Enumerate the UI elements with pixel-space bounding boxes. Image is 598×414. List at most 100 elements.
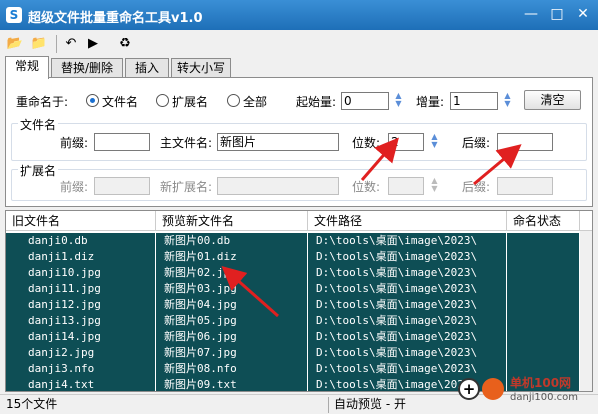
auto-preview-status: 自动预览 - 开 xyxy=(334,397,406,411)
maximize-button[interactable]: □ xyxy=(545,3,569,25)
step-input[interactable]: 1 xyxy=(450,92,498,110)
column-header-path[interactable]: 文件路径 xyxy=(308,211,507,231)
cell-new-name: 新图片03.jpg xyxy=(156,281,308,297)
cell-path: D:\tools\桌面\image\2023\ xyxy=(308,297,507,313)
recycle-icon[interactable]: ♻ xyxy=(116,35,134,53)
ext-suffix-input xyxy=(497,177,553,195)
cell-path: D:\tools\桌面\image\2023\ xyxy=(308,281,507,297)
cell-old-name: danji12.jpg xyxy=(6,297,156,313)
step-spinner-icon[interactable]: ▲ ▼ xyxy=(501,92,514,110)
mainname-label: 主文件名: xyxy=(160,136,213,150)
cell-path: D:\tools\桌面\image\2023\ xyxy=(308,233,507,249)
table-row[interactable]: danji12.jpg 新图片04.jpg D:\tools\桌面\image\20… xyxy=(6,297,592,313)
cell-old-name: danji14.jpg xyxy=(6,329,156,345)
tab-general[interactable]: 常规 xyxy=(5,56,49,79)
table-row[interactable]: danji4.txt 新图片09.txt D:\tools\桌面\image\202… xyxy=(6,377,592,391)
extension-group-title: 扩展名 xyxy=(18,162,59,179)
cell-path: D:\tools\桌面\image\2023\ xyxy=(308,345,507,361)
cell-old-name: danji3.nfo xyxy=(6,361,156,377)
mainname-input[interactable]: 新图片 xyxy=(217,133,339,151)
suffix-label: 后缀: xyxy=(462,136,491,150)
rename-to-label: 重命名于: xyxy=(16,95,69,109)
cell-old-name: danji4.txt xyxy=(6,377,156,391)
filename-group-title: 文件名 xyxy=(18,116,59,133)
table-row[interactable]: danji0.db 新图片00.db D:\tools\桌面\image\2023\ xyxy=(6,233,592,249)
watermark-plus-icon: + xyxy=(458,378,480,400)
run-icon[interactable]: ▶ xyxy=(84,35,102,53)
ext-suffix-label: 后缀: xyxy=(462,180,491,194)
cell-status xyxy=(507,249,580,265)
cell-new-name: 新图片02.jpg xyxy=(156,265,308,281)
app-icon: S xyxy=(6,7,22,23)
table-row[interactable]: danji14.jpg 新图片06.jpg D:\tools\桌面\image\20… xyxy=(6,329,592,345)
table-row[interactable]: danji1.diz 新图片01.diz D:\tools\桌面\image\202… xyxy=(6,249,592,265)
open-file-icon[interactable]: 📁 xyxy=(30,35,48,53)
cell-old-name: danji10.jpg xyxy=(6,265,156,281)
status-bar: 15个文件 自动预览 - 开 xyxy=(0,394,598,414)
cell-path: D:\tools\桌面\image\2023\ xyxy=(308,361,507,377)
cell-status xyxy=(507,233,580,249)
radio-all-label[interactable]: 全部 xyxy=(243,93,267,110)
toolbar-separator xyxy=(56,35,57,53)
start-spinner-icon[interactable]: ▲ ▼ xyxy=(392,92,405,110)
digits-input[interactable]: 2 xyxy=(388,133,424,151)
cell-new-name: 新图片04.jpg xyxy=(156,297,308,313)
suffix-input[interactable] xyxy=(497,133,553,151)
prefix-input[interactable] xyxy=(94,133,150,151)
close-button[interactable]: ✕ xyxy=(571,3,595,25)
extension-group: 扩展名 前缀: 新扩展名: 位数: ▲ ▼ 后缀: xyxy=(11,162,587,201)
radio-extension[interactable] xyxy=(156,94,169,107)
file-count: 15个文件 xyxy=(6,397,58,411)
cell-old-name: danji13.jpg xyxy=(6,313,156,329)
ext-prefix-input xyxy=(94,177,150,195)
cell-status xyxy=(507,265,580,281)
tab-insert[interactable]: 插入 xyxy=(125,58,169,78)
watermark-site: 单机100网 xyxy=(510,376,572,390)
filename-group: 文件名 前缀: 主文件名: 新图片 位数: 2 ▲ ▼ 后缀: xyxy=(11,116,587,161)
watermark-url: danji100.com xyxy=(510,392,578,403)
radio-filename[interactable] xyxy=(86,94,99,107)
minimize-button[interactable]: — xyxy=(519,3,543,25)
cell-path: D:\tools\桌面\image\2023\ xyxy=(308,329,507,345)
cell-path: D:\tools\桌面\image\2023\ xyxy=(308,249,507,265)
radio-all[interactable] xyxy=(227,94,240,107)
radio-filename-label[interactable]: 文件名 xyxy=(102,93,138,110)
open-folder-icon[interactable]: 📂 xyxy=(6,35,24,53)
table-row[interactable]: danji3.nfo 新图片08.nfo D:\tools\桌面\image\202… xyxy=(6,361,592,377)
cell-old-name: danji11.jpg xyxy=(6,281,156,297)
clear-button[interactable]: 清空 xyxy=(524,90,581,110)
digits-label: 位数: xyxy=(352,136,381,150)
cell-old-name: danji0.db xyxy=(6,233,156,249)
cell-status xyxy=(507,345,580,361)
cell-status xyxy=(507,281,580,297)
prefix-label: 前缀: xyxy=(60,136,89,150)
newext-label: 新扩展名: xyxy=(160,180,213,194)
ext-digits-spinner-icon: ▲ ▼ xyxy=(431,176,438,193)
cell-new-name: 新图片08.nfo xyxy=(156,361,308,377)
toolbar: 📂 📁 ↶ ▶ ♻ xyxy=(0,31,598,57)
tab-replace-delete[interactable]: 替换/删除 xyxy=(51,58,123,78)
vertical-scrollbar[interactable] xyxy=(580,231,592,391)
column-header-status[interactable]: 命名状态 xyxy=(507,211,580,231)
table-row[interactable]: danji2.jpg 新图片07.jpg D:\tools\桌面\image\202… xyxy=(6,345,592,361)
tab-change-case[interactable]: 转大小写 xyxy=(171,58,231,78)
start-input[interactable]: 0 xyxy=(341,92,389,110)
cell-new-name: 新图片05.jpg xyxy=(156,313,308,329)
table-row[interactable]: danji10.jpg 新图片02.jpg D:\tools\桌面\image\20… xyxy=(6,265,592,281)
file-grid[interactable]: 旧文件名 预览新文件名 文件路径 命名状态 danji0.db 新图片00.db D… xyxy=(5,210,593,392)
cell-path: D:\tools\桌面\image\2023\ xyxy=(308,265,507,281)
undo-icon[interactable]: ↶ xyxy=(62,35,80,53)
cell-new-name: 新图片00.db xyxy=(156,233,308,249)
cell-new-name: 新图片06.jpg xyxy=(156,329,308,345)
cell-path: D:\tools\桌面\image\2023\ xyxy=(308,313,507,329)
column-header-new-name[interactable]: 预览新文件名 xyxy=(156,211,308,231)
step-label: 增量: xyxy=(416,95,445,109)
digits-spinner-icon[interactable]: ▲ ▼ xyxy=(428,133,441,151)
table-row[interactable]: danji11.jpg 新图片03.jpg D:\tools\桌面\image\20… xyxy=(6,281,592,297)
newext-input xyxy=(217,177,339,195)
table-row[interactable]: danji13.jpg 新图片05.jpg D:\tools\桌面\image\20… xyxy=(6,313,592,329)
general-panel: 重命名于: 文件名 扩展名 全部 起始量: 0 ▲ ▼ 增量: 1 ▲ ▼ 清空 文… xyxy=(5,77,593,207)
column-header-old-name[interactable]: 旧文件名 xyxy=(6,211,156,231)
ext-digits-label: 位数: xyxy=(352,180,381,194)
radio-extension-label[interactable]: 扩展名 xyxy=(172,93,208,110)
